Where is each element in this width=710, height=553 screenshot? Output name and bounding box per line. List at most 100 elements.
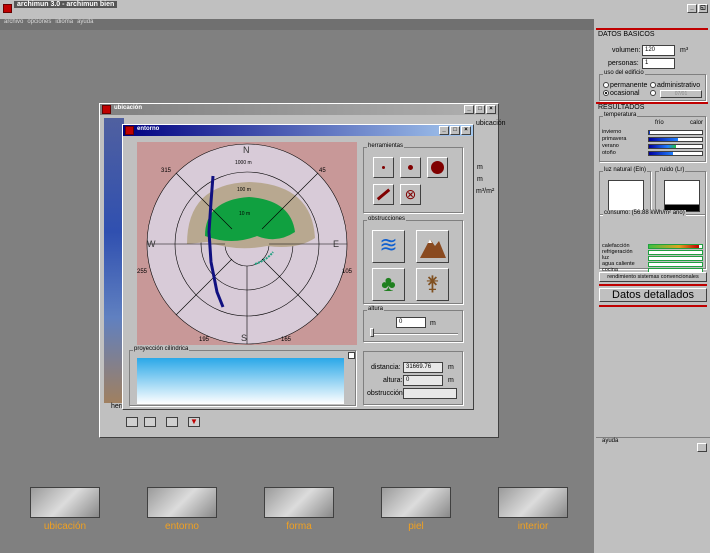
luz-group: luz natural (Eln) (599, 167, 651, 215)
compass-e: E (333, 239, 340, 249)
obstrucciones-group: obstrucciones ≋ ♣ ⚵ (363, 216, 463, 304)
season-temp-bar (648, 151, 703, 156)
distancia-group: distancia: 31669.76 m altura: 0 m obstru… (363, 351, 463, 405)
ayuda-panel: ayuda (596, 437, 710, 553)
altura-slider-thumb[interactable] (370, 328, 374, 337)
menu-idioma[interactable]: idioma (55, 19, 73, 25)
pencil-tool-icon[interactable] (373, 184, 394, 205)
ubic-unit-1: m (477, 164, 483, 171)
ent-close-button[interactable]: × (461, 126, 471, 135)
nav-piel-label[interactable]: piel (371, 521, 461, 532)
season-label: otoño (602, 150, 616, 156)
season-label: verano (602, 143, 619, 149)
app-icon (3, 4, 12, 13)
map-strip (104, 118, 124, 403)
distancia-unit: m (448, 364, 454, 371)
radio-administrativo[interactable]: administrativo (650, 82, 700, 89)
mountain-obstruction-icon[interactable] (416, 230, 449, 263)
consumo-bar (648, 256, 703, 261)
ruido-indicator (664, 180, 700, 212)
nav-interior-thumb[interactable] (498, 487, 568, 518)
luz-indicator (608, 180, 644, 212)
consumo-bar (648, 244, 703, 249)
temperatura-group: temperatura frío calor invierno primavera… (599, 112, 706, 162)
ubic-tool-1[interactable] (126, 417, 138, 427)
volumen-input[interactable]: 120 (642, 45, 675, 56)
proyeccion-label: proyección cilíndrica (133, 346, 190, 352)
compass-s: S (241, 333, 248, 343)
herramientas-group: herramientas ⊗ (363, 143, 463, 213)
ubic-tool-2[interactable] (144, 417, 156, 427)
personas-input[interactable]: 1 (642, 58, 675, 69)
minimize-button[interactable]: _ (687, 4, 697, 13)
menu-ayuda[interactable]: ayuda (77, 19, 93, 25)
herramientas-label: herramientas (367, 143, 405, 149)
proyeccion-group: proyección cilíndrica (129, 346, 356, 406)
ubic-minimize-button[interactable]: _ (464, 105, 474, 114)
window-icon (102, 105, 111, 114)
bare-tree-obstruction-icon[interactable]: ⚵ (416, 268, 449, 301)
ayuda-label: ayuda (602, 438, 619, 444)
ayuda-toggle-button[interactable] (697, 443, 707, 452)
large-point-tool[interactable] (427, 157, 448, 178)
proyeccion-checkbox[interactable] (348, 352, 355, 359)
season-label: primavera (602, 136, 627, 142)
ubic-maximize-button[interactable]: □ (475, 105, 485, 114)
medium-point-tool[interactable] (400, 157, 421, 178)
app-title: archimun 3.0 - archimun bien (14, 1, 118, 8)
season-temp-bar (648, 144, 703, 149)
menu-opciones[interactable]: opciones (27, 19, 51, 25)
nav-interior-label[interactable]: interior (488, 521, 578, 532)
obstruccion-field (403, 388, 457, 399)
temperatura-label: temperatura (603, 112, 638, 118)
tree-obstruction-icon[interactable]: ♣ (372, 268, 405, 301)
ubicacion-titlebar: ubicación _ □ × (100, 104, 498, 115)
ubic-tool-4[interactable]: ▼ (188, 417, 200, 427)
menu-bar: archivo opciones idioma ayuda (0, 19, 594, 30)
date-button[interactable]: 07/01 (660, 90, 702, 98)
ent-maximize-button[interactable]: □ (450, 126, 460, 135)
distancia-field: 31669.76 (403, 362, 443, 373)
ruido-group: ruido (Lr) (655, 167, 706, 215)
entorno-titlebar: entorno _ □ × (123, 125, 473, 136)
erase-tool-icon[interactable]: ⊗ (400, 184, 421, 205)
nav-piel-thumb[interactable] (381, 487, 451, 518)
nav-forma-thumb[interactable] (264, 487, 334, 518)
nav-entorno-thumb[interactable] (147, 487, 217, 518)
angle-45: 45 (319, 168, 326, 174)
volumen-label: volumen: (612, 47, 641, 54)
small-point-tool[interactable] (373, 157, 394, 178)
altura-slider-track[interactable] (372, 333, 458, 335)
nav-entorno-label[interactable]: entorno (137, 521, 227, 532)
angle-195: 195 (199, 337, 210, 343)
altura-input[interactable]: 0 (396, 317, 426, 328)
ubic-tool-3[interactable] (166, 417, 178, 427)
app-titlebar: archimun 3.0 - archimun bien _ ◱ (0, 0, 710, 19)
consumo-bar (648, 262, 703, 267)
radio-extra[interactable] (650, 90, 657, 97)
radio-permanente[interactable]: permanente (603, 82, 647, 89)
altura2-field: 0 (403, 375, 443, 386)
compass-w: W (147, 239, 156, 249)
nav-forma-label[interactable]: forma (254, 521, 344, 532)
nav-ubicacion-label[interactable]: ubicación (20, 521, 110, 532)
obstruccion-label: obstrucción: (367, 390, 405, 397)
right-panel: DATOS BASICOS volumen: 120 m³ personas: … (594, 19, 710, 553)
calor-label: calor (690, 120, 704, 126)
ubicacion-title: ubicación (114, 105, 143, 111)
angle-315: 315 (161, 168, 172, 174)
ring-1000: 1000 m (235, 160, 252, 166)
rendimiento-button[interactable]: rendimiento sistemas convencionales (599, 272, 707, 282)
water-obstruction-icon[interactable]: ≋ (372, 230, 405, 263)
datos-detallados-button[interactable]: Datos detallados (599, 288, 707, 302)
ubic-close-button[interactable]: × (486, 105, 496, 114)
restore-button[interactable]: ◱ (698, 4, 708, 13)
menu-archivo[interactable]: archivo (4, 19, 23, 25)
altura-unit: m (430, 320, 436, 327)
cylindrical-projection-view (137, 358, 344, 404)
ring-100: 100 m (237, 187, 251, 193)
personas-label: personas: (608, 60, 639, 67)
ent-minimize-button[interactable]: _ (439, 126, 449, 135)
radio-ocasional[interactable]: ocasional (603, 90, 640, 97)
nav-ubicacion-thumb[interactable] (30, 487, 100, 518)
